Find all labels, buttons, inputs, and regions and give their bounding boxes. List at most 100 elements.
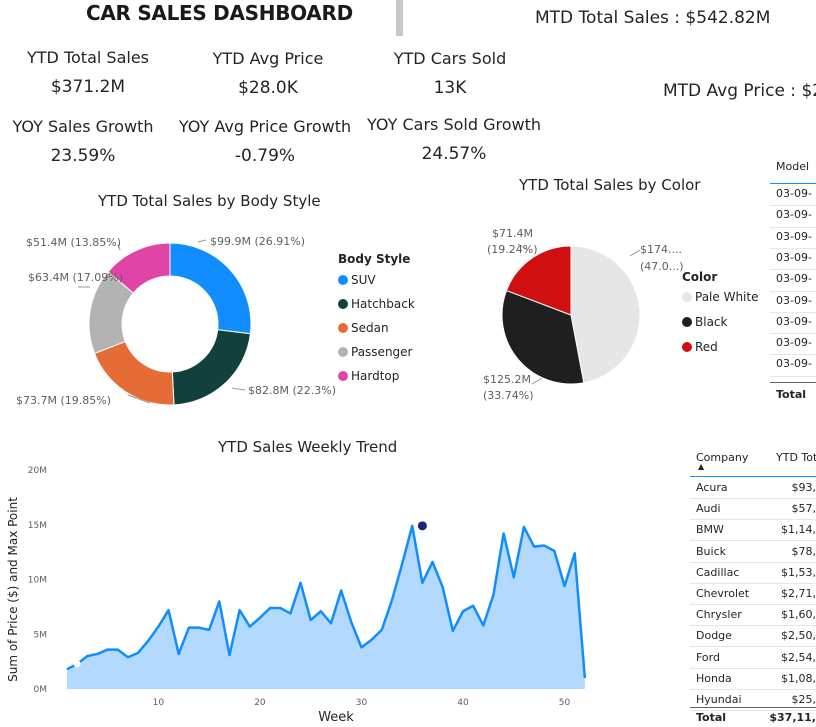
trend-chart-title: YTD Sales Weekly Trend <box>218 438 398 456</box>
legend-title: Body Style <box>338 252 411 266</box>
table-row[interactable]: 03-09- <box>776 251 812 264</box>
table-row-company[interactable]: BMW <box>696 523 724 536</box>
model-table[interactable]: Model 03-09- 03-09- 03-09- 03-09- 03-09- 03-0… <box>770 150 816 410</box>
table-row-company[interactable]: Buick <box>696 545 726 558</box>
kpi-label: YTD Cars Sold <box>393 49 507 68</box>
table-row-sales[interactable]: $1,60, <box>781 608 816 621</box>
legend-dot <box>682 317 692 327</box>
table-row-sales[interactable]: $1,14, <box>781 523 816 536</box>
table-row[interactable]: 03-09- <box>776 187 812 200</box>
kpi-yoy-cars-sold-growth: YOY Cars Sold Growth 24.57% <box>366 115 542 164</box>
legend-label: Hatchback <box>351 297 415 311</box>
row-divider <box>690 540 816 542</box>
row-divider <box>770 247 816 249</box>
slice-pale-white[interactable] <box>570 245 641 384</box>
table-row-sales[interactable]: $1,08, <box>781 672 816 685</box>
slice-hatchback[interactable] <box>171 329 251 406</box>
table-row[interactable]: 03-09- <box>776 230 812 243</box>
legend-label: Passenger <box>351 345 413 359</box>
table-row[interactable]: 03-09- <box>776 336 812 349</box>
legend-item-passenger[interactable]: Passenger <box>338 345 415 359</box>
title-divider <box>396 0 403 36</box>
kpi-ytd-cars-sold: YTD Cars Sold 13K <box>380 49 520 98</box>
row-divider <box>770 354 816 356</box>
mtd-total-sales: MTD Total Sales : $542.82M <box>535 8 771 28</box>
leader-line <box>231 387 246 391</box>
kpi-value: -0.79% <box>234 146 296 166</box>
y-axis-title: Sum of Price ($) and Max Point <box>6 497 20 682</box>
legend-item-suv[interactable]: SUV <box>338 273 415 287</box>
company-header-rule <box>690 476 816 477</box>
dashboard-title: CAR SALES DASHBOARD <box>86 1 353 25</box>
legend-label: Red <box>695 340 718 354</box>
table-row-sales[interactable]: $78, <box>792 545 816 558</box>
row-divider <box>690 625 816 627</box>
x-tick-label: 40 <box>457 698 469 708</box>
row-divider <box>690 582 816 584</box>
table-row-company[interactable]: Ford <box>696 651 720 664</box>
table-row-company[interactable]: Chevrolet <box>696 587 749 600</box>
x-tick-label: 30 <box>356 698 368 708</box>
table-row-sales[interactable]: $2,71, <box>781 587 816 600</box>
leader-line <box>531 377 543 385</box>
row-divider <box>690 688 816 690</box>
table-row[interactable]: 03-09- <box>776 208 812 221</box>
legend-label: Hardtop <box>351 369 400 383</box>
model-header-rule <box>770 183 816 184</box>
model-total-rule <box>770 382 816 383</box>
max-point-marker[interactable] <box>417 521 427 531</box>
table-row-sales[interactable]: $2,50, <box>781 629 816 642</box>
row-divider <box>770 375 816 377</box>
row-divider <box>690 519 816 521</box>
weekly-trend-area-chart[interactable]: 0M 5M 10M 15M 20M 10 20 30 40 50 Week Sum of Price … <box>0 455 620 727</box>
leader-line <box>629 249 641 257</box>
table-row-company[interactable]: Hyundai <box>696 693 742 706</box>
data-label-pale-white: $174.... <box>640 243 682 256</box>
table-row-company[interactable]: Cadillac <box>696 566 739 579</box>
data-label-red: $71.4M <box>492 227 533 240</box>
company-table-total-value: $37,11, <box>769 711 816 724</box>
legend-dot <box>338 275 348 285</box>
legend-item-hardtop[interactable]: Hardtop <box>338 369 415 383</box>
legend-item-black[interactable]: Black <box>682 315 758 329</box>
table-row[interactable]: 03-09- <box>776 357 812 370</box>
company-table[interactable]: Company ▲ YTD Tot Acura $93, Audi $57, BMW $1… <box>690 446 816 727</box>
kpi-label: YTD Total Sales <box>27 48 149 67</box>
sort-ascending-icon[interactable]: ▲ <box>698 462 704 471</box>
model-table-header[interactable]: Model <box>776 160 809 173</box>
legend-item-red[interactable]: Red <box>682 340 758 354</box>
body-style-legend: Body Style SUV Hatchback Sedan Passenger… <box>338 252 415 383</box>
body-style-chart-title: YTD Total Sales by Body Style <box>98 192 321 210</box>
legend-item-hatchback[interactable]: Hatchback <box>338 297 415 311</box>
legend-item-pale-white[interactable]: Pale White <box>682 290 758 304</box>
y-tick-label: 10M <box>28 576 47 586</box>
table-row-sales[interactable]: $57, <box>792 502 816 515</box>
table-row-sales[interactable]: $1,53, <box>781 566 816 579</box>
table-row-sales[interactable]: $2,54, <box>781 651 816 664</box>
table-row[interactable]: 03-09- <box>776 315 812 328</box>
legend-dot <box>682 342 692 352</box>
table-row-company[interactable]: Chrysler <box>696 608 742 621</box>
table-row[interactable]: 03-09- <box>776 294 812 307</box>
row-divider <box>770 205 816 207</box>
table-row-company[interactable]: Dodge <box>696 629 732 642</box>
data-label-suv: $99.9M (26.91%) <box>210 235 306 248</box>
y-tick-label: 0M <box>34 685 48 695</box>
table-row-company[interactable]: Audi <box>696 502 721 515</box>
kpi-yoy-sales-growth: YOY Sales Growth 23.59% <box>8 117 158 166</box>
y-tick-label: 20M <box>28 466 47 476</box>
start-point-marker <box>73 660 81 668</box>
model-table-total: Total <box>776 388 807 401</box>
table-row[interactable]: 03-09- <box>776 272 812 285</box>
color-legend: Color Pale White Black Red <box>682 270 758 354</box>
color-chart-title: YTD Total Sales by Color <box>519 176 701 194</box>
company-table-header-sales[interactable]: YTD Tot <box>776 451 816 464</box>
table-row-sales[interactable]: $93, <box>792 481 816 494</box>
slice-suv[interactable] <box>169 242 252 335</box>
legend-item-sedan[interactable]: Sedan <box>338 321 415 335</box>
table-row-sales[interactable]: $25, <box>792 693 816 706</box>
row-divider <box>770 311 816 313</box>
legend-label: Pale White <box>695 290 759 304</box>
table-row-company[interactable]: Acura <box>696 481 728 494</box>
table-row-company[interactable]: Honda <box>696 672 732 685</box>
